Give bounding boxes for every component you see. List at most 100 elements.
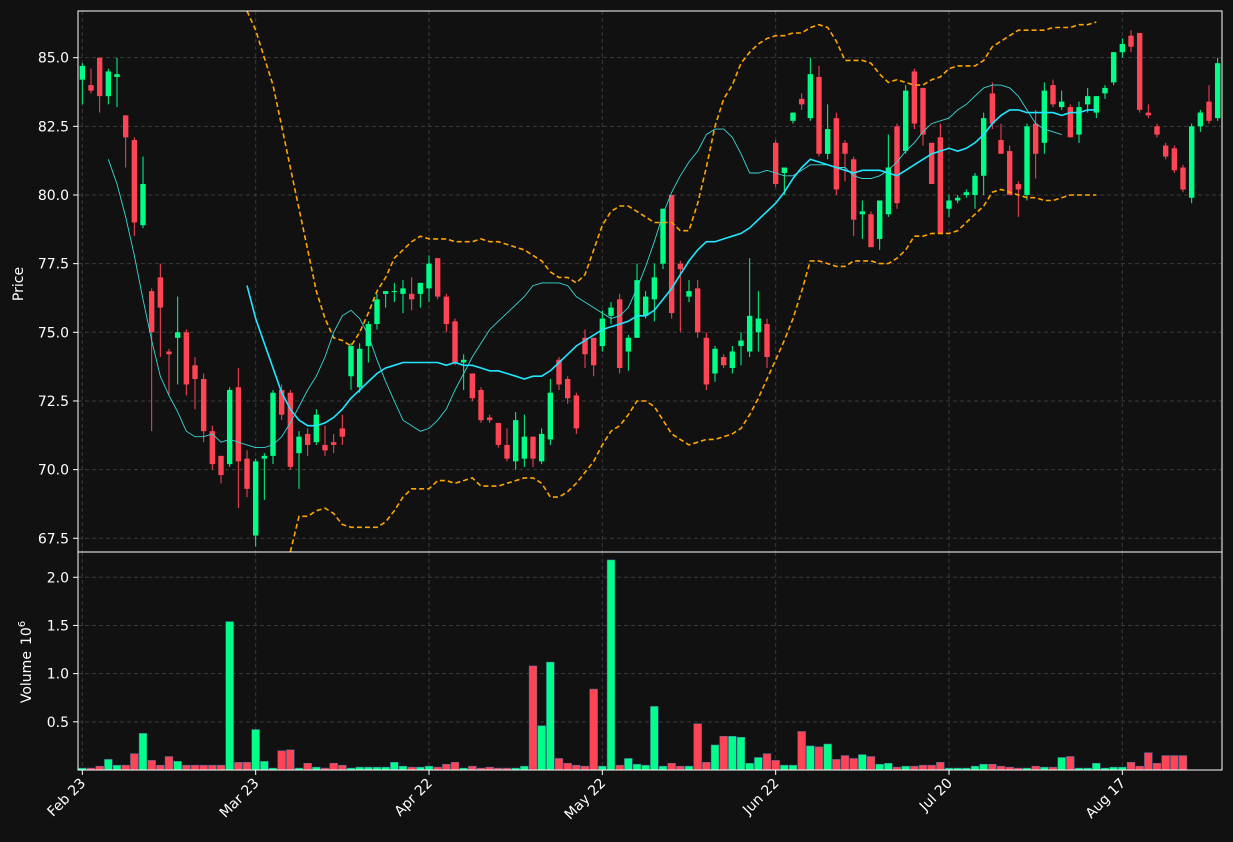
volume-bar bbox=[918, 764, 928, 770]
price-tick-label: 75.0 bbox=[38, 325, 69, 341]
candle-up bbox=[547, 392, 554, 440]
candle-down bbox=[842, 142, 848, 154]
candle-up bbox=[382, 291, 389, 294]
volume-bar bbox=[849, 758, 858, 770]
candle-down bbox=[868, 214, 874, 248]
candle-down bbox=[166, 351, 172, 355]
volume-axis-label: Volume 106 bbox=[17, 621, 35, 703]
candle-down bbox=[920, 87, 926, 135]
candle-down bbox=[720, 357, 727, 366]
volume-bar bbox=[840, 755, 850, 770]
volume-bar bbox=[112, 764, 122, 770]
volume-bar bbox=[650, 706, 659, 770]
candle-down bbox=[989, 93, 996, 124]
candle-up bbox=[885, 167, 892, 215]
candle-down bbox=[330, 442, 337, 445]
candle-up bbox=[426, 263, 432, 289]
volume-axis-exponent: 10 bbox=[19, 627, 35, 645]
volume-bar bbox=[676, 765, 685, 770]
volume-bar bbox=[329, 763, 338, 770]
volume-bar bbox=[979, 763, 988, 770]
volume-bar bbox=[468, 765, 477, 770]
candle-down bbox=[469, 373, 476, 399]
volume-bar bbox=[754, 757, 763, 770]
volume-bar bbox=[208, 764, 217, 770]
volume-bar bbox=[702, 762, 711, 770]
volume-bar bbox=[936, 762, 945, 770]
volume-bar bbox=[745, 763, 754, 770]
candle-down bbox=[564, 378, 571, 399]
x-tick-label: May 22 bbox=[562, 776, 610, 824]
candle-down bbox=[131, 140, 138, 223]
volume-bar bbox=[693, 723, 702, 770]
volume-bar bbox=[736, 736, 746, 770]
candle-up bbox=[296, 436, 302, 454]
sma-short-line bbox=[107, 84, 1062, 449]
candle-up bbox=[114, 74, 120, 77]
volume-bar bbox=[1092, 763, 1101, 770]
volume-bar bbox=[104, 759, 113, 770]
volume-bar bbox=[927, 764, 936, 770]
price-tick-label: 72.5 bbox=[38, 394, 69, 410]
volume-bar bbox=[546, 661, 555, 770]
volume-bars-group bbox=[78, 559, 1188, 770]
volume-bar bbox=[1161, 755, 1170, 770]
candle-up bbox=[1214, 63, 1221, 119]
candle-up bbox=[391, 291, 398, 293]
volume-bar bbox=[1178, 755, 1188, 770]
candle-down bbox=[928, 142, 935, 185]
candle-up bbox=[1024, 126, 1030, 195]
candle-down bbox=[911, 71, 918, 124]
candle-down bbox=[530, 436, 536, 459]
candle-down bbox=[703, 337, 710, 385]
volume-bar bbox=[147, 760, 156, 770]
candle-up bbox=[902, 90, 909, 152]
volume-axis-exponent-power: 6 bbox=[17, 621, 28, 627]
candle-down bbox=[1162, 145, 1169, 157]
candle-up bbox=[790, 112, 796, 121]
volume-tick-label: 0.5 bbox=[47, 715, 69, 731]
candle-down bbox=[616, 299, 623, 369]
volume-bar bbox=[988, 763, 997, 770]
candle-down bbox=[200, 378, 207, 432]
candle-down bbox=[148, 291, 155, 333]
volume-bar bbox=[1066, 756, 1075, 770]
candle-down bbox=[1136, 32, 1143, 110]
candle-down bbox=[183, 332, 190, 385]
candle-down bbox=[443, 296, 450, 325]
candle-up bbox=[946, 200, 952, 209]
volume-bar bbox=[728, 736, 737, 770]
volume-tick-label: 1.0 bbox=[47, 667, 69, 683]
candle-up bbox=[348, 346, 354, 377]
volume-bar bbox=[277, 750, 286, 770]
candle-down bbox=[1145, 112, 1152, 116]
candle-down bbox=[998, 140, 1004, 154]
candle-down bbox=[235, 387, 242, 462]
candle-down bbox=[408, 293, 415, 300]
volume-bar bbox=[1057, 757, 1066, 770]
volume-bar bbox=[251, 729, 260, 770]
candle-up bbox=[226, 389, 233, 465]
candle-down bbox=[694, 288, 701, 333]
candle-up bbox=[270, 392, 276, 456]
price-tick-label: 67.5 bbox=[38, 531, 69, 547]
candle-up bbox=[651, 277, 658, 300]
candle-down bbox=[1128, 35, 1134, 47]
x-axis: Feb 23 Mar 23 Apr 22 May 22 Jun 22 Jul 20 Aug … bbox=[45, 770, 1129, 824]
candle-up bbox=[313, 414, 320, 443]
volume-bar bbox=[424, 765, 434, 770]
price-tick-label: 70.0 bbox=[38, 463, 69, 479]
volume-panel-frame bbox=[77, 551, 1223, 771]
candle-up bbox=[686, 291, 692, 297]
candle-up bbox=[374, 299, 380, 325]
volume-bar bbox=[286, 749, 295, 770]
candle-down bbox=[322, 444, 328, 451]
x-tick-label: Jun 22 bbox=[739, 776, 782, 819]
candle-up bbox=[755, 318, 762, 333]
volume-bar bbox=[390, 762, 399, 770]
candle-down bbox=[1206, 101, 1212, 121]
candle-up bbox=[140, 184, 146, 226]
volume-bar bbox=[1170, 755, 1179, 770]
volume-bar bbox=[832, 759, 841, 770]
volume-axis-label-text: Volume bbox=[19, 651, 35, 703]
